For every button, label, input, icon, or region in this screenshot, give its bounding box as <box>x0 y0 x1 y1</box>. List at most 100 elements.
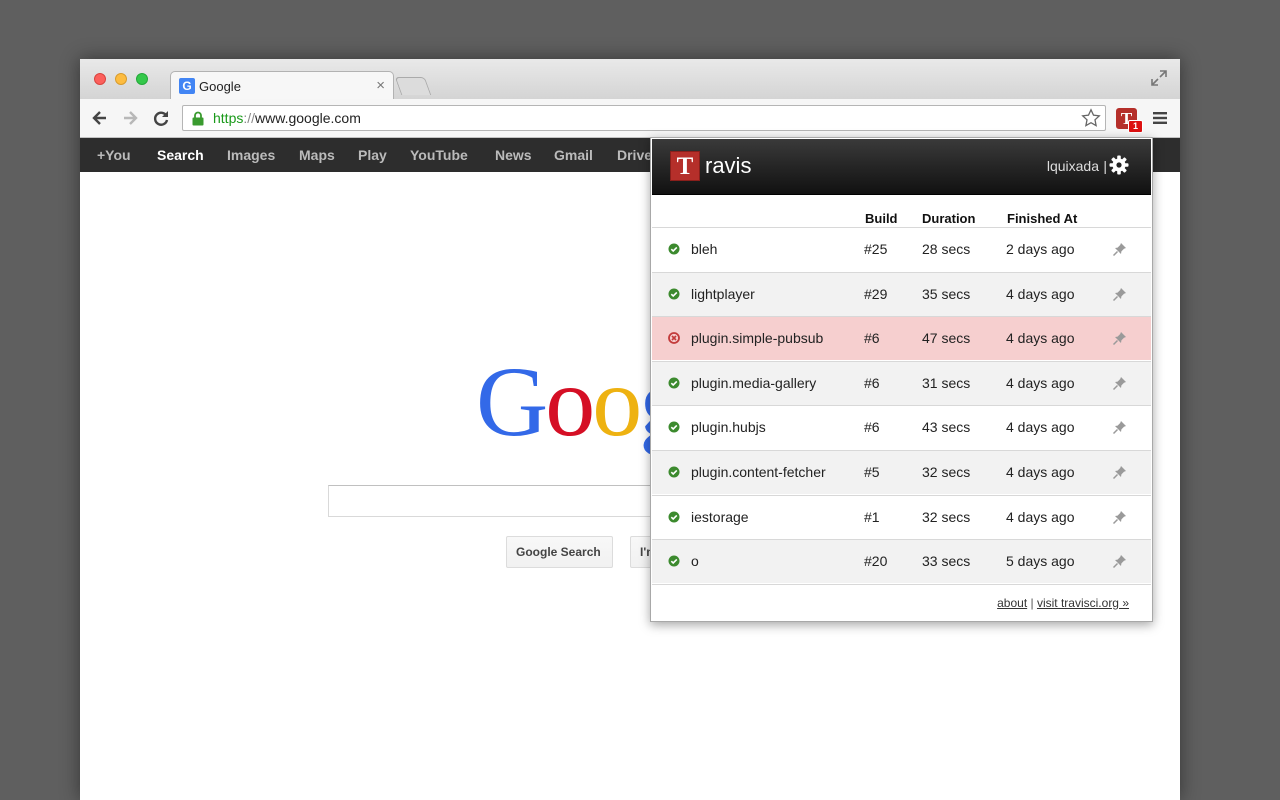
build-duration: 32 secs <box>922 508 971 525</box>
zoom-window-button[interactable] <box>136 73 148 85</box>
travis-footer: about | visit travisci.org » <box>652 584 1151 620</box>
build-row[interactable]: plugin.content-fetcher #5 32 secs 4 days ag… <box>652 450 1151 494</box>
pin-icon[interactable] <box>1112 375 1128 391</box>
gbar-item-images[interactable]: Images <box>227 147 275 163</box>
build-number: #20 <box>864 553 888 570</box>
build-number: #6 <box>864 419 880 436</box>
pin-icon[interactable] <box>1112 241 1128 257</box>
close-window-button[interactable] <box>94 73 106 85</box>
google-favicon-icon: G <box>179 78 195 94</box>
user-separator: | <box>1103 158 1107 174</box>
pin-icon[interactable] <box>1112 509 1128 525</box>
build-number: #6 <box>864 374 880 391</box>
build-row[interactable]: lightplayer #29 35 secs 4 days ago <box>652 271 1151 316</box>
logo-letter: o <box>592 346 642 457</box>
forward-arrow-icon[interactable] <box>120 108 140 128</box>
footer-separator: | <box>1030 596 1034 610</box>
x-circle-icon <box>668 332 680 345</box>
build-row[interactable]: iestorage #1 32 secs 4 days ago <box>652 494 1151 539</box>
build-row[interactable]: o #20 33 secs 5 days ago <box>652 539 1151 584</box>
build-repo-name[interactable]: plugin.hubjs <box>691 419 766 435</box>
gbar-item-youtube[interactable]: YouTube <box>410 147 468 163</box>
build-repo-name[interactable]: plugin.content-fetcher <box>691 464 826 480</box>
build-row[interactable]: bleh #25 28 secs 2 days ago <box>652 227 1151 271</box>
build-row[interactable]: plugin.media-gallery #6 31 secs 4 days ago <box>652 360 1151 405</box>
check-circle-icon <box>668 555 680 567</box>
pin-icon[interactable] <box>1112 464 1128 480</box>
travis-popup: T ravis lquixada | Build Duration Finish… <box>650 137 1153 622</box>
minimize-window-button[interactable] <box>115 73 127 85</box>
build-number: #6 <box>864 330 880 347</box>
pin-icon[interactable] <box>1112 286 1128 302</box>
new-tab-button[interactable] <box>394 77 432 95</box>
tab-close-icon[interactable]: × <box>376 77 385 94</box>
pin-icon[interactable] <box>1112 419 1128 435</box>
address-bar[interactable]: https://www.google.com <box>182 105 1106 131</box>
logo-letter: G <box>476 346 548 457</box>
chrome-menu-icon[interactable] <box>1152 110 1168 126</box>
browser-toolbar: https://www.google.com T 1 <box>80 99 1180 138</box>
build-repo-name[interactable]: iestorage <box>691 509 749 525</box>
travis-extension-icon[interactable]: T 1 <box>1116 108 1143 133</box>
tab-title: Google <box>199 79 241 94</box>
column-header-finished-at: Finished At <box>1007 211 1078 226</box>
build-row[interactable]: plugin.hubjs #6 43 secs 4 days ago <box>652 405 1151 449</box>
column-header-build: Build <box>865 211 898 226</box>
gbar-item-you[interactable]: +You <box>97 147 131 163</box>
column-header-duration: Duration <box>922 211 976 226</box>
pin-icon[interactable] <box>1112 330 1128 346</box>
build-repo-name[interactable]: lightplayer <box>691 286 755 302</box>
build-repo-name[interactable]: plugin.simple-pubsub <box>691 330 823 346</box>
bookmark-star-icon[interactable] <box>1081 108 1101 128</box>
build-number: #1 <box>864 508 880 525</box>
build-finished-at: 4 days ago <box>1006 419 1075 436</box>
build-row[interactable]: plugin.simple-pubsub #6 47 secs 4 days ago <box>652 316 1151 361</box>
build-duration: 47 secs <box>922 330 971 347</box>
url-text: https://www.google.com <box>213 110 361 126</box>
username-link[interactable]: lquixada <box>1047 158 1099 174</box>
build-duration: 31 secs <box>922 374 971 391</box>
tab-google[interactable]: G Google × <box>170 71 394 99</box>
pin-icon[interactable] <box>1112 553 1128 569</box>
build-finished-at: 4 days ago <box>1006 508 1075 525</box>
gbar-item-maps[interactable]: Maps <box>299 147 335 163</box>
fullscreen-icon[interactable] <box>1150 69 1168 87</box>
travis-logo-icon: T <box>670 151 700 181</box>
build-number: #25 <box>864 241 888 257</box>
about-link[interactable]: about <box>997 596 1027 610</box>
gbar-item-drive[interactable]: Drive <box>617 147 652 163</box>
lock-icon <box>192 111 204 126</box>
logo-letter: o <box>545 346 595 457</box>
build-finished-at: 4 days ago <box>1006 374 1075 391</box>
build-number: #5 <box>864 464 880 480</box>
gbar-item-play[interactable]: Play <box>358 147 387 163</box>
build-duration: 28 secs <box>922 241 971 257</box>
gbar-item-gmail[interactable]: Gmail <box>554 147 593 163</box>
build-repo-name[interactable]: plugin.media-gallery <box>691 375 816 391</box>
footer-links: about | visit travisci.org » <box>997 596 1129 610</box>
check-circle-icon <box>668 243 680 255</box>
build-finished-at: 4 days ago <box>1006 330 1075 347</box>
check-circle-icon <box>668 288 680 300</box>
build-finished-at: 4 days ago <box>1006 464 1075 480</box>
travis-logo-text: ravis <box>705 153 752 178</box>
gbar-item-news[interactable]: News <box>495 147 532 163</box>
gbar-item-search[interactable]: Search <box>157 147 204 163</box>
reload-icon[interactable] <box>151 108 171 128</box>
extension-badge: 1 <box>1128 120 1143 133</box>
visit-travisci-link[interactable]: visit travisci.org » <box>1037 596 1129 610</box>
build-repo-name[interactable]: bleh <box>691 241 717 257</box>
build-repo-name[interactable]: o <box>691 553 699 569</box>
travis-header: T ravis lquixada | <box>652 139 1151 195</box>
google-search-button[interactable]: Google Search <box>506 536 613 568</box>
build-duration: 33 secs <box>922 553 971 570</box>
build-finished-at: 5 days ago <box>1006 553 1075 570</box>
title-bar: G Google × <box>80 59 1180 99</box>
back-arrow-icon[interactable] <box>90 108 110 128</box>
check-circle-icon <box>668 421 680 433</box>
build-finished-at: 4 days ago <box>1006 285 1075 302</box>
build-duration: 32 secs <box>922 464 971 480</box>
build-finished-at: 2 days ago <box>1006 241 1075 257</box>
gear-icon[interactable] <box>1109 155 1129 175</box>
check-circle-icon <box>668 377 680 389</box>
